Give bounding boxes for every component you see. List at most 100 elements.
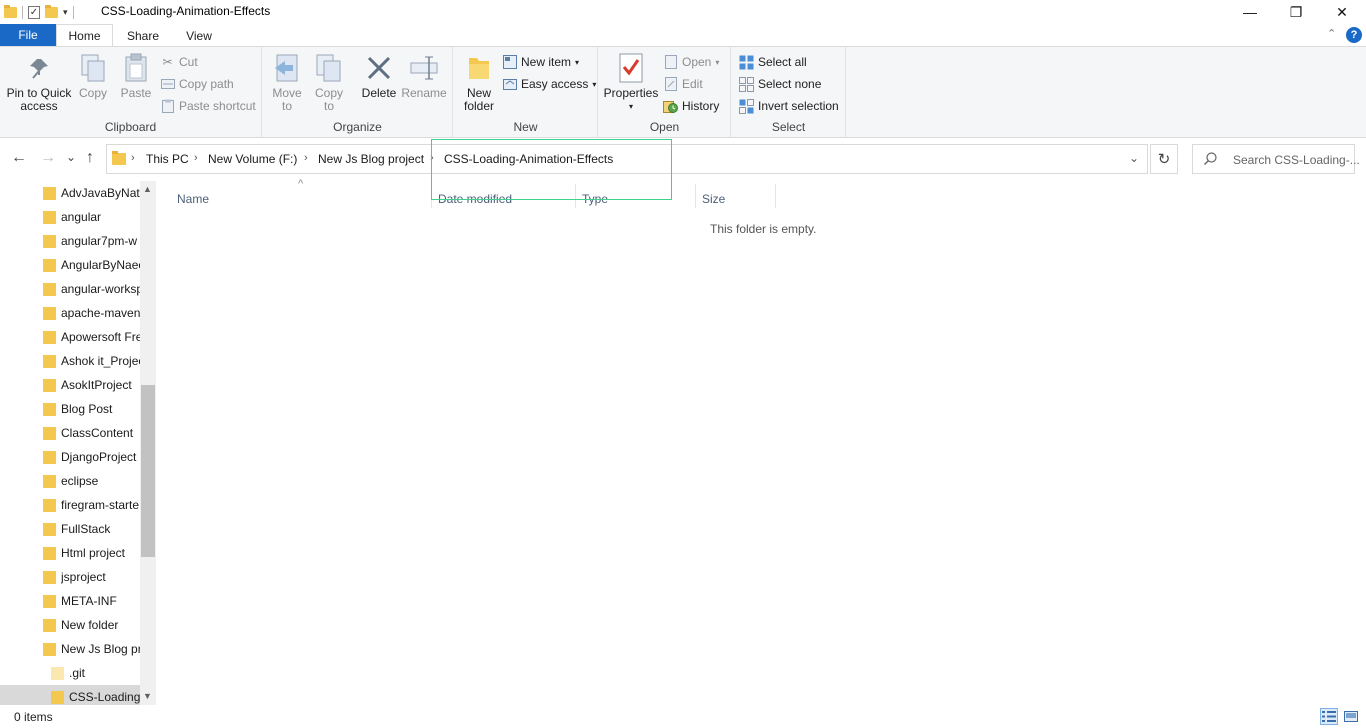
ribbon-collapse-icon[interactable]: ⌃	[1327, 27, 1336, 40]
tree-item[interactable]: angular-worksp	[0, 277, 140, 301]
address-dropdown-icon[interactable]: ⌄	[1129, 151, 1139, 165]
tree-item[interactable]: AsokItProject	[0, 373, 140, 397]
tree-item[interactable]: Ashok it_Projec	[0, 349, 140, 373]
tree-item[interactable]: FullStack	[0, 517, 140, 541]
tree-item[interactable]: Apowersoft Fre	[0, 325, 140, 349]
tab-file[interactable]: File	[0, 24, 56, 46]
paste-shortcut-button[interactable]: Paste shortcut	[160, 96, 256, 116]
tree-item[interactable]: META-INF	[0, 589, 140, 613]
up-button[interactable]: ↑	[86, 149, 94, 167]
folder-icon	[43, 595, 56, 608]
recent-locations-button[interactable]: ⌄	[66, 150, 76, 164]
chevron-down-icon: ▾	[628, 102, 633, 111]
column-separator[interactable]	[695, 184, 696, 208]
breadcrumb-new-js-blog-project[interactable]: New Js Blog project	[318, 152, 424, 166]
breadcrumb-separator[interactable]: ›	[194, 152, 198, 164]
tree-item[interactable]: CSS-Loading-	[0, 685, 140, 705]
file-list[interactable]: Name ^ Date modified Type Size This fold…	[156, 178, 1366, 705]
tree-item[interactable]: apache-maven	[0, 301, 140, 325]
tree-item[interactable]: .git	[0, 661, 140, 685]
tree-item[interactable]: ClassContent	[0, 421, 140, 445]
column-name[interactable]: Name ^	[177, 178, 431, 212]
easy-access-button[interactable]: Easy access ▾	[502, 74, 596, 94]
tree-item[interactable]: Html project	[0, 541, 140, 565]
scroll-up-arrow[interactable]: ▲	[143, 184, 152, 194]
breadcrumb-new-volume[interactable]: New Volume (F:)	[208, 152, 297, 166]
tree-item[interactable]: angular7pm-w	[0, 229, 140, 253]
breadcrumb-separator[interactable]: ›	[131, 152, 135, 164]
tree-item[interactable]: New Js Blog pr	[0, 637, 140, 661]
tab-view[interactable]: View	[176, 24, 222, 47]
invert-selection-button[interactable]: Invert selection	[739, 96, 839, 116]
properties-check-icon[interactable]: ✓	[28, 5, 40, 19]
column-separator[interactable]	[775, 184, 776, 208]
forward-button[interactable]: →	[40, 149, 56, 167]
properties-button[interactable]: Properties ▾	[604, 52, 658, 113]
copy-button[interactable]: Copy	[76, 52, 110, 100]
tree-item[interactable]: jsproject	[0, 565, 140, 589]
move-to-icon	[271, 52, 303, 84]
column-type[interactable]: Type	[582, 186, 694, 212]
qat-dropdown-icon[interactable]: ▾	[63, 7, 68, 18]
move-to-button[interactable]: Move to	[269, 52, 305, 113]
folder-icon	[43, 355, 56, 368]
details-view-button[interactable]	[1320, 708, 1338, 725]
tab-home[interactable]: Home	[56, 24, 113, 47]
navigation-scrollbar[interactable]: ▲ ▼	[140, 181, 156, 705]
address-bar[interactable]: › This PC › New Volume (F:) › New Js Blo…	[106, 144, 1148, 174]
new-folder-button[interactable]: New folder	[460, 52, 498, 113]
select-none-button[interactable]: Select none	[739, 74, 821, 94]
tree-item[interactable]: eclipse	[0, 469, 140, 493]
column-separator[interactable]	[431, 184, 432, 208]
scroll-down-arrow[interactable]: ▼	[143, 691, 152, 701]
sort-ascending-icon: ^	[298, 178, 304, 190]
tree-item[interactable]: firegram-starte	[0, 493, 140, 517]
new-group: New folder New item ▾ Easy access ▾ New	[454, 47, 598, 137]
title-bar: ✓ ▾ CSS-Loading-Animation-Effects — ❐ ✕	[0, 0, 1366, 24]
copy-path-button[interactable]: Copy path	[160, 74, 234, 94]
history-button[interactable]: History	[663, 96, 719, 116]
minimize-button[interactable]: —	[1227, 0, 1273, 24]
breadcrumb-separator[interactable]: ›	[430, 152, 434, 164]
tree-item[interactable]: New folder	[0, 613, 140, 637]
rename-icon	[408, 52, 440, 84]
delete-button[interactable]: Delete	[359, 52, 399, 100]
tab-share[interactable]: Share	[117, 24, 169, 47]
breadcrumb-this-pc[interactable]: This PC	[146, 152, 189, 166]
new-item-button[interactable]: New item ▾	[502, 52, 579, 72]
help-icon[interactable]: ?	[1346, 27, 1362, 43]
search-box[interactable]: Search CSS-Loading-...	[1192, 144, 1360, 174]
column-date-modified[interactable]: Date modified	[438, 186, 574, 212]
tree-item[interactable]: Blog Post	[0, 397, 140, 421]
scrollbar-thumb[interactable]	[141, 385, 155, 557]
cut-button[interactable]: ✂ Cut	[160, 52, 197, 72]
tree-item[interactable]: AngularByNaec	[0, 253, 140, 277]
close-button[interactable]: ✕	[1319, 0, 1365, 24]
refresh-button[interactable]: ↻	[1150, 144, 1178, 174]
select-all-button[interactable]: Select all	[739, 52, 807, 72]
tree-item-label: Apowersoft Fre	[61, 330, 140, 344]
open-button[interactable]: Open ▾	[663, 52, 719, 72]
back-button[interactable]: ←	[11, 149, 27, 167]
copy-to-button[interactable]: Copy to	[311, 52, 347, 113]
breadcrumb-separator[interactable]: ›	[304, 152, 308, 164]
edit-button[interactable]: Edit	[663, 74, 703, 94]
column-size[interactable]: Size	[702, 186, 774, 212]
maximize-button[interactable]: ❐	[1273, 0, 1319, 24]
tree-item[interactable]: AdvJavaByNatr	[0, 181, 140, 205]
search-input[interactable]: Search CSS-Loading-...	[1233, 153, 1360, 167]
tree-item[interactable]: DjangoProject	[0, 445, 140, 469]
new-folder-icon[interactable]	[45, 4, 58, 18]
large-icons-view-button[interactable]	[1342, 708, 1360, 725]
folder-icon	[43, 523, 56, 536]
pin-to-quick-access-button[interactable]: Pin to Quick access	[6, 52, 72, 113]
breadcrumb-current-folder[interactable]: CSS-Loading-Animation-Effects	[444, 152, 613, 166]
select-all-label: Select all	[758, 55, 807, 69]
column-separator[interactable]	[575, 184, 576, 208]
folder-icon	[43, 619, 56, 632]
paste-button[interactable]: Paste	[117, 52, 155, 100]
tree-item[interactable]: angular	[0, 205, 140, 229]
folder-icon	[43, 211, 56, 224]
navigation-pane: AdvJavaByNatr angular angular7pm-w AngularB…	[0, 181, 156, 705]
rename-button[interactable]: Rename	[401, 52, 447, 100]
